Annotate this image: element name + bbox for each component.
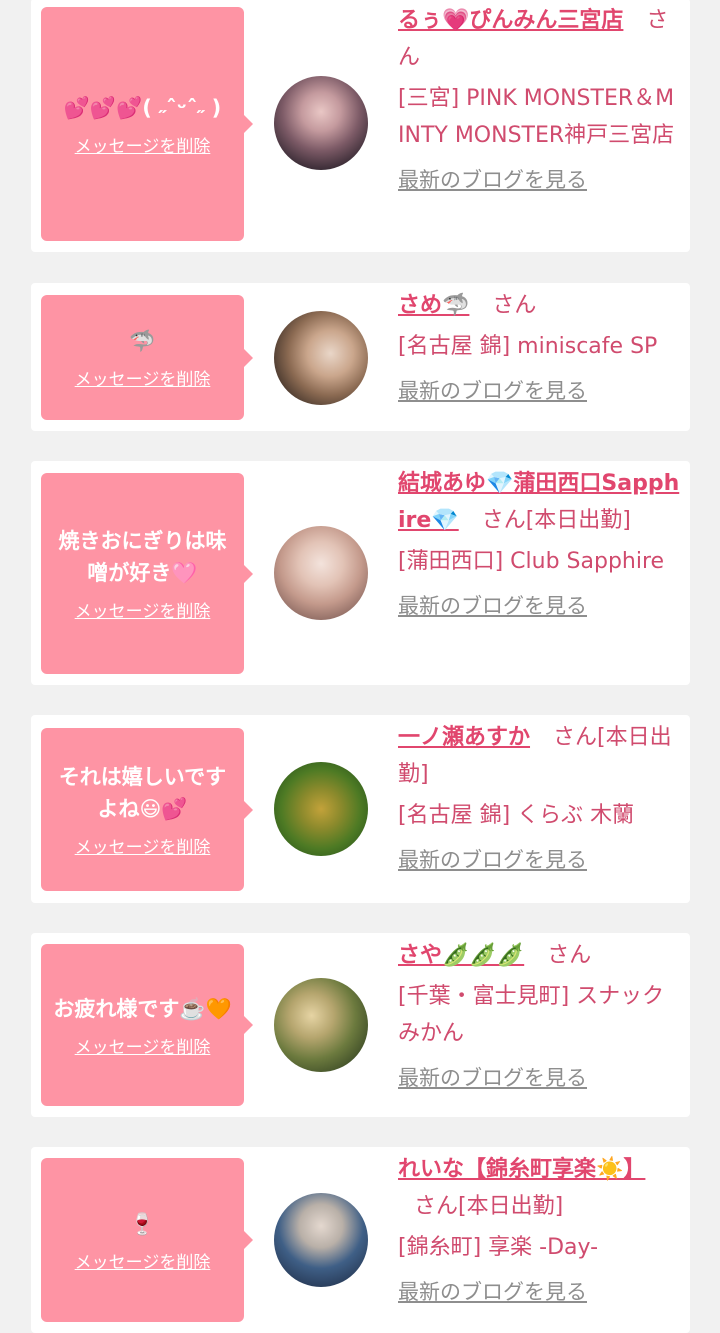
message-text: お疲れ様です☕️🧡 <box>53 996 232 1021</box>
cast-info: 結城あゆ💎蒲田西口Sapphire💎 さん[本日出勤] [蒲田西口] Club … <box>398 465 680 620</box>
message-bubble: 💕💕💕( ˶ˆᵕˆ˶ ) メッセージを削除 <box>41 7 253 241</box>
message-bubble: 🍷 メッセージを削除 <box>41 1158 253 1322</box>
delete-message-link[interactable]: メッセージを削除 <box>75 132 211 157</box>
cast-info: れいな【錦糸町享楽☀️】 さん[本日出勤] [錦糸町] 享楽 -Day- 最新の… <box>398 1151 680 1306</box>
latest-blog-link[interactable]: 最新のブログを見る <box>398 164 587 194</box>
message-text: 🦈 <box>129 329 156 353</box>
latest-blog-link[interactable]: 最新のブログを見る <box>398 1276 587 1306</box>
honorific: さん[本日出勤] <box>481 508 631 533</box>
shop-name: [名古屋 錦] miniscafe SP <box>398 334 658 359</box>
honorific: さん <box>547 943 592 968</box>
list-item: 焼きおにぎりは味噌が好き🩷 メッセージを削除 結城あゆ💎蒲田西口Sapphire… <box>31 461 690 685</box>
avatar[interactable] <box>274 76 368 170</box>
message-text: 焼きおにぎりは味噌が好き🩷 <box>58 529 227 585</box>
shop-name: [三宮] PINK MONSTER＆MINTY MONSTER神戸三宮店 <box>398 86 675 148</box>
avatar[interactable] <box>274 526 368 620</box>
message-bubble: お疲れ様です☕️🧡 メッセージを削除 <box>41 944 253 1106</box>
message-list: 💕💕💕( ˶ˆᵕˆ˶ ) メッセージを削除 るぅ💗ぴんみん三宮店 さん [三宮]… <box>0 0 720 1333</box>
avatar[interactable] <box>274 978 368 1072</box>
cast-name-link[interactable]: さめ🦈 <box>398 293 469 318</box>
message-bubble: 焼きおにぎりは味噌が好き🩷 メッセージを削除 <box>41 473 253 674</box>
list-item: それは嬉しいですよね😃💕 メッセージを削除 一ノ瀬あすか さん[本日出勤] [名… <box>31 715 690 903</box>
message-bubble: 🦈 メッセージを削除 <box>41 295 253 420</box>
avatar[interactable] <box>274 762 368 856</box>
avatar[interactable] <box>274 1193 368 1287</box>
delete-message-link[interactable]: メッセージを削除 <box>75 365 211 390</box>
avatar[interactable] <box>274 311 368 405</box>
list-item: お疲れ様です☕️🧡 メッセージを削除 さや🫛🫛🫛 さん [千葉・富士見町] スナ… <box>31 933 690 1117</box>
shop-name: [錦糸町] 享楽 -Day- <box>398 1235 599 1260</box>
cast-info: さや🫛🫛🫛 さん [千葉・富士見町] スナックみかん 最新のブログを見る <box>398 937 680 1092</box>
list-item: 🍷 メッセージを削除 れいな【錦糸町享楽☀️】 さん[本日出勤] [錦糸町] 享… <box>31 1147 690 1333</box>
latest-blog-link[interactable]: 最新のブログを見る <box>398 375 587 405</box>
honorific: さん <box>492 293 537 318</box>
latest-blog-link[interactable]: 最新のブログを見る <box>398 1062 587 1092</box>
cast-name-link[interactable]: 一ノ瀬あすか <box>398 725 530 750</box>
cast-info: さめ🦈 さん [名古屋 錦] miniscafe SP 最新のブログを見る <box>398 287 680 405</box>
list-item: 🦈 メッセージを削除 さめ🦈 さん [名古屋 錦] miniscafe SP 最… <box>31 283 690 431</box>
delete-message-link[interactable]: メッセージを削除 <box>75 597 211 622</box>
cast-name-link[interactable]: るぅ💗ぴんみん三宮店 <box>398 8 623 33</box>
latest-blog-link[interactable]: 最新のブログを見る <box>398 590 587 620</box>
cast-info: るぅ💗ぴんみん三宮店 さん [三宮] PINK MONSTER＆MINTY MO… <box>398 2 680 194</box>
cast-name-link[interactable]: さや🫛🫛🫛 <box>398 943 524 968</box>
latest-blog-link[interactable]: 最新のブログを見る <box>398 844 587 874</box>
message-text: それは嬉しいですよね😃💕 <box>58 765 227 821</box>
message-text: 🍷 <box>129 1211 156 1236</box>
delete-message-link[interactable]: メッセージを削除 <box>75 1033 211 1058</box>
honorific: さん[本日出勤] <box>414 1194 564 1219</box>
list-item: 💕💕💕( ˶ˆᵕˆ˶ ) メッセージを削除 るぅ💗ぴんみん三宮店 さん [三宮]… <box>31 0 690 252</box>
shop-name: [名古屋 錦] くらぶ 木蘭 <box>398 803 635 828</box>
message-bubble: それは嬉しいですよね😃💕 メッセージを削除 <box>41 728 253 891</box>
message-text: 💕💕💕( ˶ˆᵕˆ˶ ) <box>63 95 222 120</box>
delete-message-link[interactable]: メッセージを削除 <box>75 1248 211 1273</box>
cast-info: 一ノ瀬あすか さん[本日出勤] [名古屋 錦] くらぶ 木蘭 最新のブログを見る <box>398 719 680 874</box>
shop-name: [蒲田西口] Club Sapphire <box>398 549 665 574</box>
shop-name: [千葉・富士見町] スナックみかん <box>398 984 665 1046</box>
cast-name-link[interactable]: れいな【錦糸町享楽☀️】 <box>398 1157 645 1182</box>
delete-message-link[interactable]: メッセージを削除 <box>75 833 211 858</box>
